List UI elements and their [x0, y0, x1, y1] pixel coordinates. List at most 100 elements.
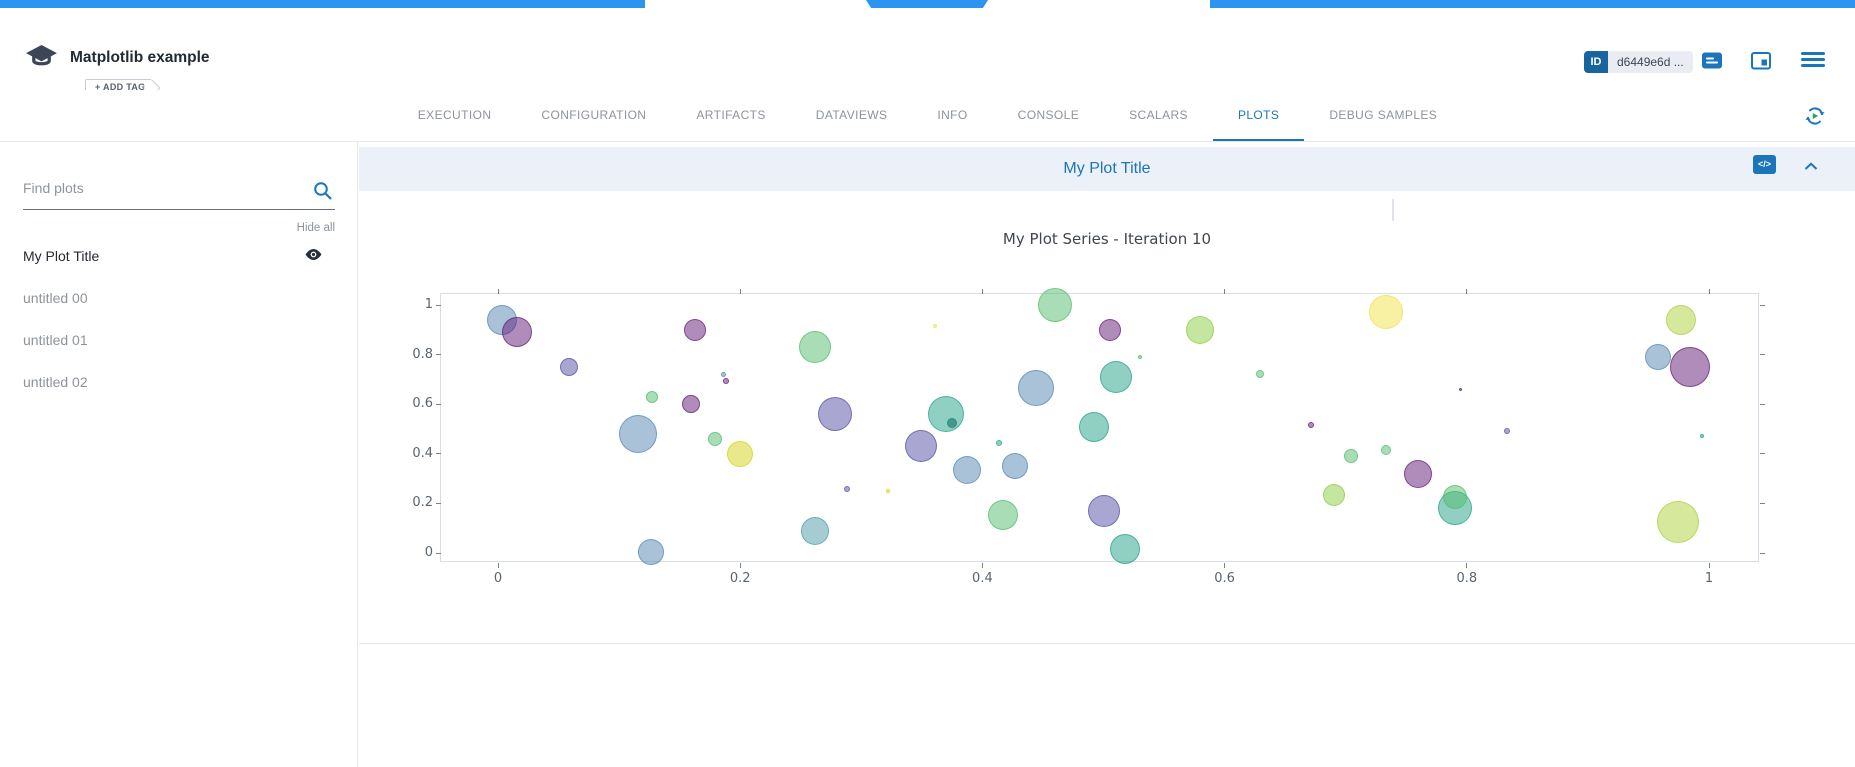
plots-sidebar: Find plots Hide all My Plot Title untitl… [0, 142, 358, 767]
comments-icon[interactable] [1701, 50, 1723, 72]
collapse-chevron-up-icon[interactable] [1804, 158, 1818, 176]
scatter-point [1344, 449, 1358, 463]
plot-item-label: untitled 01 [23, 332, 88, 348]
tab-info[interactable]: INFO [912, 90, 992, 141]
scatter-point [1369, 295, 1403, 329]
x-tick-top [740, 289, 741, 294]
scatter-point [646, 391, 658, 403]
search-placeholder: Find plots [23, 180, 84, 196]
y-tick-label: 1 [395, 297, 433, 312]
tab-scalars[interactable]: SCALARS [1104, 90, 1213, 141]
scatter-point [708, 432, 722, 446]
y-tick [436, 305, 441, 306]
experiment-id[interactable]: ID d6449e6d ... [1584, 51, 1693, 73]
sidebar-item-my-plot-title[interactable]: My Plot Title [23, 236, 335, 276]
scatter-point [1381, 445, 1391, 455]
auto-refresh-icon[interactable] [1803, 104, 1827, 128]
scatter-point [1110, 534, 1140, 564]
x-tick-label: 0.2 [718, 571, 762, 586]
y-tick-right [1760, 404, 1765, 405]
y-tick [436, 553, 441, 554]
plot-item-label: untitled 02 [23, 374, 88, 390]
x-tick-label: 1 [1687, 571, 1731, 586]
tab-debug-samples[interactable]: DEBUG SAMPLES [1304, 90, 1462, 141]
scatter-point [953, 456, 981, 484]
scatter-point [886, 489, 890, 493]
view-code-icon[interactable]: </> [1753, 155, 1776, 174]
plot-item-label: untitled 00 [23, 290, 88, 306]
x-tick [982, 563, 983, 568]
x-tick-label: 0.8 [1445, 571, 1489, 586]
plot-item-label: My Plot Title [23, 248, 99, 264]
scatter-point [1138, 355, 1142, 359]
tab-plots[interactable]: PLOTS [1213, 90, 1304, 141]
details-panel-icon[interactable] [1750, 50, 1772, 72]
y-tick [436, 503, 441, 504]
visibility-eye-icon[interactable] [304, 248, 323, 264]
tab-execution[interactable]: EXECUTION [393, 90, 517, 141]
scatter-point [560, 358, 578, 376]
scatter-point [684, 319, 706, 341]
x-tick-label: 0 [476, 571, 520, 586]
tab-dataviews[interactable]: DATAVIEWS [791, 90, 913, 141]
search-input[interactable]: Find plots [23, 180, 335, 210]
scatter-point [502, 317, 532, 347]
scatter-point [933, 324, 937, 328]
y-tick-label: 0.6 [395, 396, 433, 411]
scatter-point [1038, 288, 1072, 322]
y-tick-label: 0 [395, 545, 433, 560]
x-tick [1224, 563, 1225, 568]
scatter-point [928, 396, 964, 432]
scatter-point [1666, 305, 1696, 335]
x-tick-label: 0.4 [960, 571, 1004, 586]
y-tick-right [1760, 453, 1765, 454]
scatter-point [947, 418, 957, 428]
scatter-point [1323, 484, 1345, 506]
plot-panel: My Plot Title </> My Plot Series - Itera… [359, 142, 1855, 767]
scatter-point [905, 430, 937, 462]
x-tick-top [498, 289, 499, 294]
y-tick-right [1760, 553, 1765, 554]
y-tick [436, 404, 441, 405]
plot-area[interactable]: 00.20.40.60.8100.20.40.60.81 [440, 293, 1759, 562]
y-tick [436, 453, 441, 454]
scatter-point [1645, 344, 1671, 370]
scatter-point [727, 441, 753, 467]
sidebar-item-untitled-02[interactable]: untitled 02 [23, 362, 335, 402]
scatter-point [801, 517, 829, 545]
scatter-point [1088, 495, 1120, 527]
scatter-point [1308, 422, 1314, 428]
search-icon [312, 180, 333, 201]
x-tick-top [982, 289, 983, 294]
scatter-point [619, 415, 657, 453]
sidebar-item-untitled-00[interactable]: untitled 00 [23, 278, 335, 318]
scatter-point [1657, 501, 1699, 543]
tab-configuration[interactable]: CONFIGURATION [516, 90, 671, 141]
scatter-point [818, 397, 852, 431]
scatter-point [1504, 428, 1510, 434]
sidebar-item-untitled-01[interactable]: untitled 01 [23, 320, 335, 360]
scatter-point [1002, 453, 1028, 479]
tab-console[interactable]: CONSOLE [993, 90, 1104, 141]
x-tick-top [1709, 289, 1710, 294]
y-tick-right [1760, 354, 1765, 355]
experiment-title: Matplotlib example [70, 49, 210, 67]
scatter-point [1700, 434, 1704, 438]
id-badge: ID [1584, 51, 1608, 73]
id-value: d6449e6d ... [1608, 51, 1693, 73]
tab-bar: EXECUTION CONFIGURATION ARTIFACTS DATAVI… [0, 90, 1855, 142]
x-tick [1709, 563, 1710, 568]
hide-all-link[interactable]: Hide all [23, 222, 335, 234]
scatter-point [682, 395, 700, 413]
y-tick [436, 354, 441, 355]
x-tick [498, 563, 499, 568]
x-tick-top [1224, 289, 1225, 294]
app-header: Matplotlib example + ADD TAG ID d6449e6d… [0, 8, 1855, 90]
scatter-point [638, 539, 664, 565]
scatter-point [1670, 347, 1710, 387]
scatter-point [1079, 412, 1109, 442]
tab-artifacts[interactable]: ARTIFACTS [671, 90, 790, 141]
hamburger-menu-icon[interactable] [1801, 52, 1825, 67]
scatter-point [1404, 460, 1432, 488]
panel-bottom-divider [359, 643, 1855, 644]
